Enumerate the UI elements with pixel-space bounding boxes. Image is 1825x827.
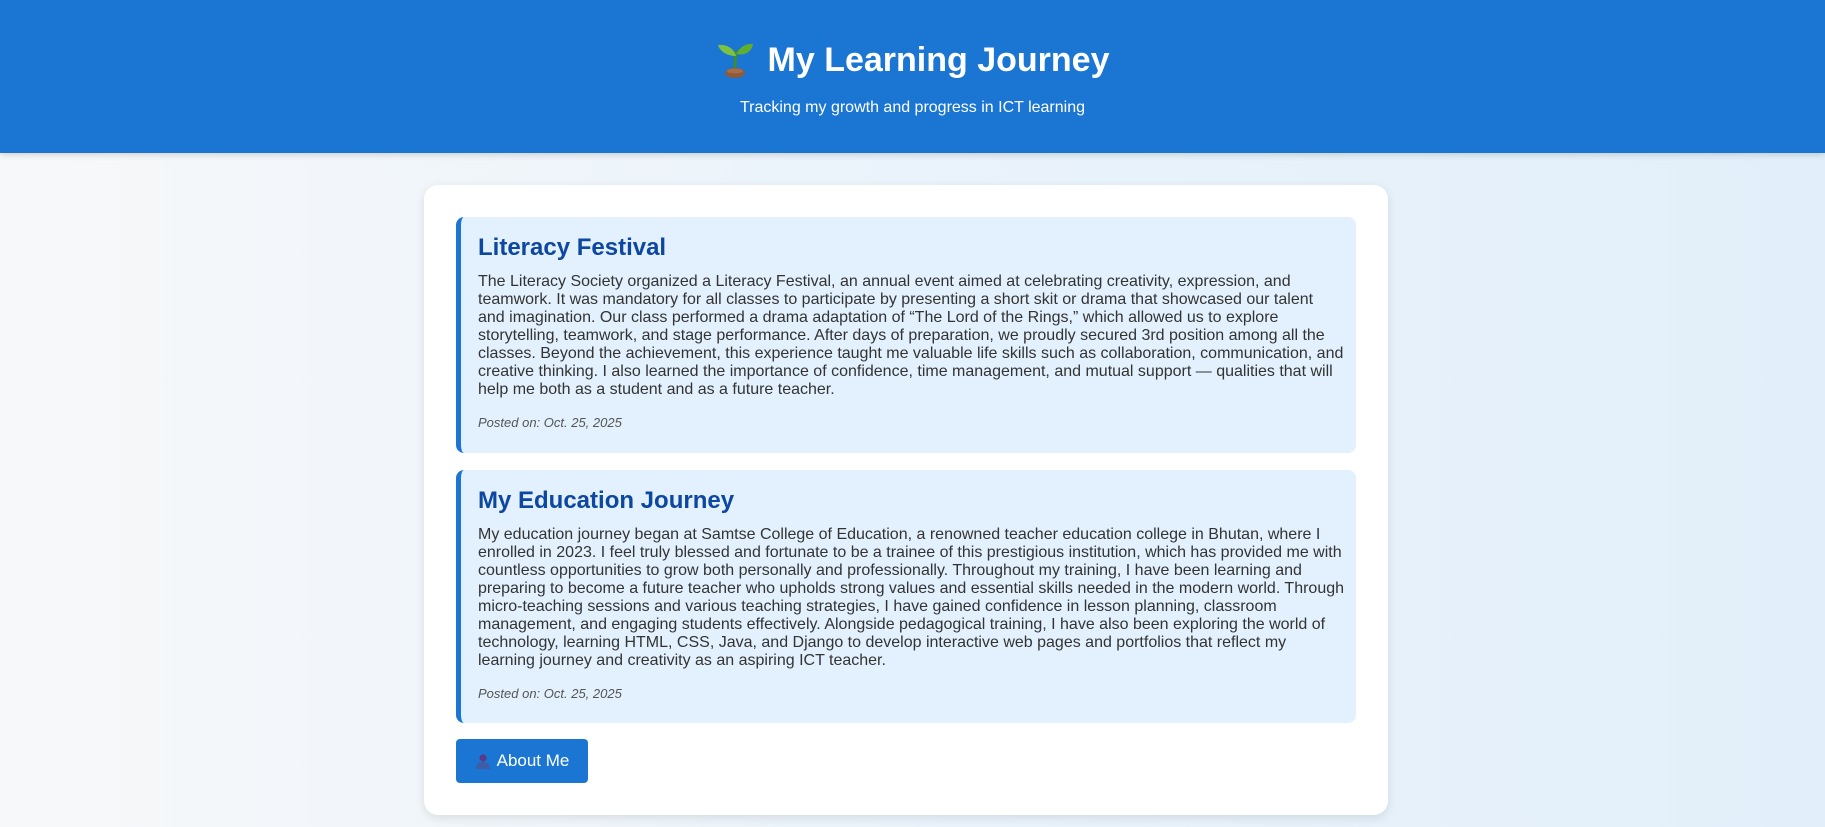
post-card: My Education Journey My education journe… <box>456 470 1356 723</box>
post-title: Literacy Festival <box>478 234 667 261</box>
site-header: My Learning Journey Tracking my growth a… <box>0 0 1825 153</box>
post-body: My education journey began at Samtse Col… <box>478 526 1345 669</box>
post-body: The Literacy Society organized a Literac… <box>478 273 1344 398</box>
posts-card: Literacy Festival The Literacy Society o… <box>424 185 1388 815</box>
post-card: Literacy Festival The Literacy Society o… <box>456 217 1356 453</box>
post-date: Posted on: Oct. 25, 2025 <box>478 415 622 430</box>
page-subtitle: Tracking my growth and progress in ICT l… <box>739 99 1086 116</box>
post-date: Posted on: Oct. 25, 2025 <box>478 686 622 701</box>
about-me-button[interactable]: About Me <box>456 739 588 783</box>
person-icon <box>475 753 491 769</box>
page-title: My Learning Journey <box>767 41 1110 79</box>
title-row: My Learning Journey <box>0 40 1825 80</box>
post-title: My Education Journey <box>478 487 735 514</box>
sprout-icon <box>716 42 754 78</box>
about-me-label: About Me <box>496 751 570 770</box>
